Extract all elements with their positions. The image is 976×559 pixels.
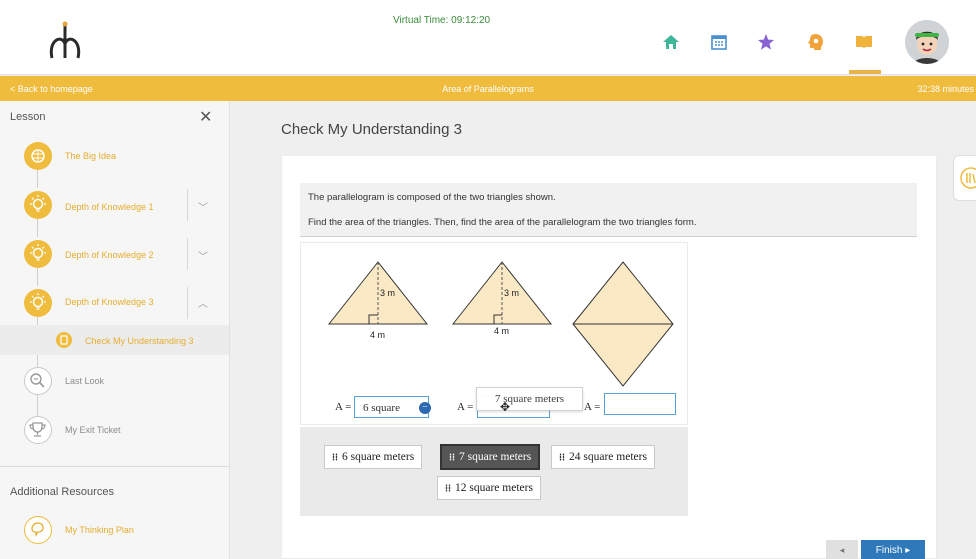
brain-icon xyxy=(24,142,52,170)
height-label-2: 3 m xyxy=(504,288,519,298)
previous-button[interactable]: ◂ xyxy=(826,540,858,559)
sidebar-subitem-check-understanding[interactable]: Check My Understanding 3 xyxy=(0,325,229,355)
book-icon[interactable] xyxy=(855,33,873,51)
sidebar-item-label: My Exit Ticket xyxy=(65,425,121,435)
lightbulb-icon xyxy=(24,289,52,317)
move-cursor-icon: ✥ xyxy=(500,400,511,414)
height-label-1: 3 m xyxy=(380,288,395,298)
star-icon[interactable] xyxy=(757,33,775,51)
head-gear-icon[interactable] xyxy=(806,33,824,51)
sidebar-item-label: Check My Understanding 3 xyxy=(85,336,194,346)
answer-label-3: A = xyxy=(584,401,601,413)
question-prompt: The parallelogram is composed of the two… xyxy=(300,183,917,237)
lesson-sidebar: Lesson ✕ The Big Idea Depth of Knowledge… xyxy=(0,101,230,559)
sidebar-item-label: My Thinking Plan xyxy=(65,525,134,535)
remove-answer-icon[interactable]: − xyxy=(419,402,431,414)
sidebar-item-dok1[interactable]: Depth of Knowledge 1 ﹀ xyxy=(24,189,224,221)
sidebar-item-label: Depth of Knowledge 2 xyxy=(65,250,154,260)
books-icon xyxy=(960,167,976,189)
base-label-2: 4 m xyxy=(494,326,509,336)
answer-chip[interactable]: ⁞⁞ 12 square meters xyxy=(437,476,541,500)
prompt-line-2: Find the area of the triangles. Then, fi… xyxy=(308,217,697,228)
answer-bank: ⁞⁞ 6 square meters ⁞⁞ 7 square meters ⁞⁞ 24… xyxy=(300,427,688,516)
sidebar-item-dok3[interactable]: Depth of Knowledge 3 ︿ xyxy=(24,287,224,319)
document-icon xyxy=(56,332,72,348)
active-nav-indicator xyxy=(849,70,881,74)
answer-input-1[interactable]: 6 square − xyxy=(354,396,431,418)
app-logo[interactable] xyxy=(44,18,86,64)
lightbulb-icon xyxy=(24,191,52,219)
sidebar-item-big-idea[interactable]: The Big Idea xyxy=(24,142,224,170)
trophy-icon xyxy=(24,416,52,444)
sidebar-item-label: The Big Idea xyxy=(65,151,117,161)
home-icon[interactable] xyxy=(662,33,680,51)
chevron-down-icon[interactable]: ﹀ xyxy=(198,199,208,214)
finish-button[interactable]: Finish ▸ xyxy=(861,540,925,559)
lesson-title: Area of Parallelograms xyxy=(442,84,534,94)
answer-chip[interactable]: ⁞⁞ 6 square meters xyxy=(324,445,423,469)
sidebar-item-label: Last Look xyxy=(65,376,105,386)
drag-handle-icon: ⁞⁞ xyxy=(559,452,565,462)
sidebar-item-label: Depth of Knowledge 3 xyxy=(65,297,154,307)
lightbulb-icon xyxy=(24,240,52,268)
sidebar-item-label: Depth of Knowledge 1 xyxy=(65,202,154,212)
answer-label-1: A = xyxy=(335,401,352,413)
calendar-icon[interactable] xyxy=(710,33,728,51)
virtual-time: Virtual Time: 09:12:20 xyxy=(393,15,491,26)
sidebar-item-dok2[interactable]: Depth of Knowledge 2 ﹀ xyxy=(24,238,224,270)
drag-handle-icon: ⁞⁞ xyxy=(445,483,451,493)
sidebar-item-thinking-plan[interactable]: My Thinking Plan xyxy=(24,516,224,544)
sidebar-item-exit-ticket[interactable]: My Exit Ticket xyxy=(24,416,224,444)
close-icon[interactable]: ✕ xyxy=(199,107,212,127)
chevron-down-icon[interactable]: ﹀ xyxy=(198,248,208,263)
lesson-bar: < Back to homepage Area of Parallelogram… xyxy=(0,76,976,101)
top-bar: Virtual Time: 09:12:20 xyxy=(0,0,976,75)
additional-resources-heading: Additional Resources xyxy=(10,486,114,498)
prompt-line-1: The parallelogram is composed of the two… xyxy=(308,192,556,203)
answer-chip-selected[interactable]: ⁞⁞ 7 square meters xyxy=(440,444,541,470)
dragging-answer-chip[interactable]: 7 square meters xyxy=(476,387,583,411)
drag-handle-icon: ⁞⁞ xyxy=(332,452,338,462)
base-label-1: 4 m xyxy=(370,330,385,340)
avatar[interactable] xyxy=(905,20,949,64)
page-title: Check My Understanding 3 xyxy=(281,121,462,138)
magnifier-icon xyxy=(24,367,52,395)
sidebar-item-last-look[interactable]: Last Look xyxy=(24,367,224,395)
drag-handle-icon: ⁞⁞ xyxy=(449,452,455,462)
thought-bubble-icon xyxy=(24,516,52,544)
sidebar-heading: Lesson xyxy=(10,111,46,123)
answer-chip[interactable]: ⁞⁞ 24 square meters xyxy=(551,445,655,469)
tools-tab[interactable] xyxy=(953,155,976,201)
answer-value-1: 6 square xyxy=(363,402,400,414)
answer-input-3[interactable] xyxy=(604,393,676,415)
chevron-up-icon[interactable]: ︿ xyxy=(198,295,208,310)
answer-label-2: A = xyxy=(457,401,474,413)
timer: 32:38 minutes xyxy=(917,84,974,94)
